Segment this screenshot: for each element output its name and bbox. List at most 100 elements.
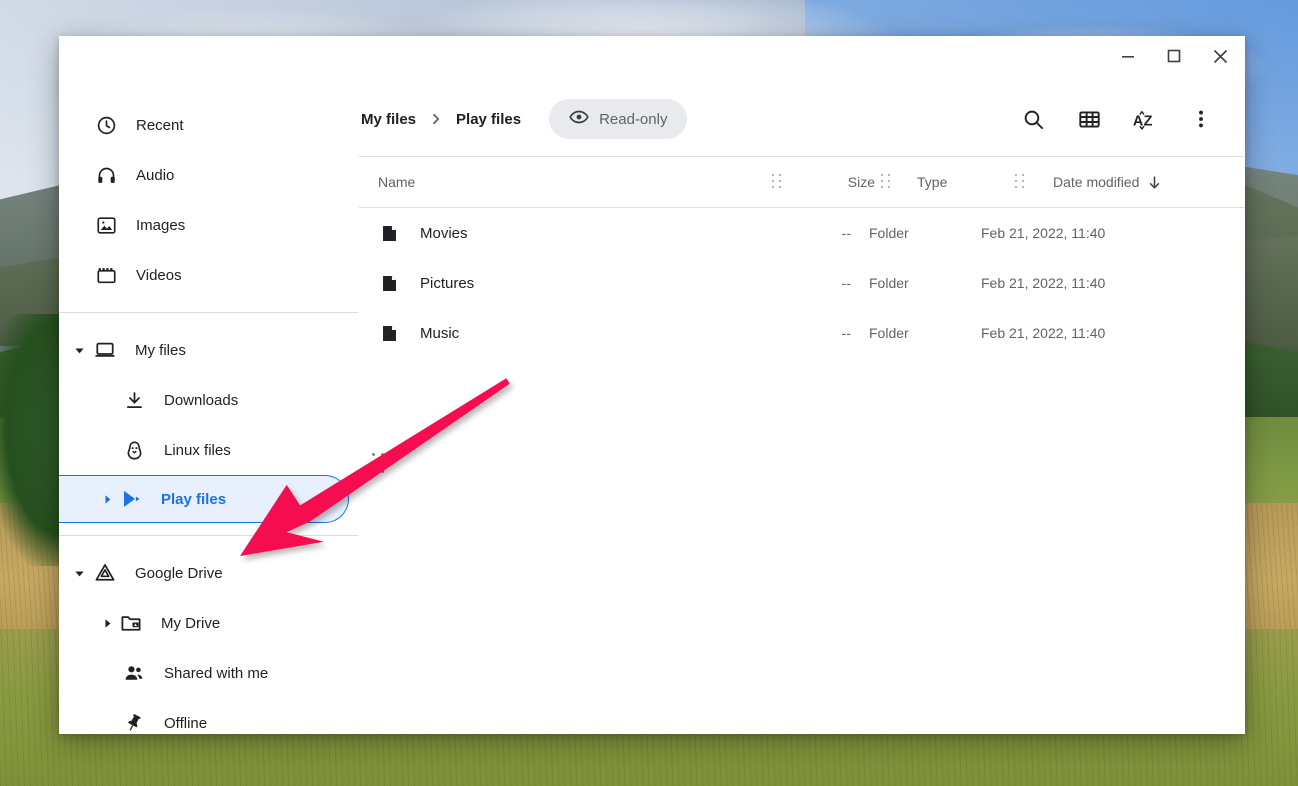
pin-icon <box>123 712 145 734</box>
people-icon <box>123 662 145 684</box>
sidebar-item-audio[interactable]: Audio <box>59 150 359 200</box>
file-type: Folder <box>869 325 909 341</box>
view-toggle-button[interactable] <box>1069 99 1109 139</box>
drive-folder-icon <box>120 612 142 634</box>
eye-icon <box>569 107 589 131</box>
table-row[interactable]: Movies -- Folder Feb 21, 2022, 11:40 <box>359 208 1245 258</box>
file-name-cell: Music <box>378 322 766 344</box>
close-icon <box>1213 49 1227 63</box>
sidebar-item-label: Linux files <box>164 441 231 459</box>
file-name: Movies <box>420 224 468 242</box>
column-header-label: Size <box>847 174 875 190</box>
chevron-down-icon[interactable] <box>73 344 85 356</box>
folder-icon <box>378 222 400 244</box>
sidebar-divider <box>59 312 358 313</box>
sidebar-item-shared-with-me[interactable]: Shared with me <box>59 648 359 698</box>
sort-az-icon: A Z <box>1133 110 1153 130</box>
sidebar-item-google-drive[interactable]: Google Drive <box>59 548 359 598</box>
arrow-down-icon <box>1147 175 1162 190</box>
chevron-right-icon[interactable] <box>101 617 113 629</box>
sidebar-item-images[interactable]: Images <box>59 200 359 250</box>
file-list-header: Name Size Type Date modified <box>359 156 1245 208</box>
file-name: Music <box>420 324 460 342</box>
more-options-button[interactable] <box>1181 99 1221 139</box>
maximize-button[interactable] <box>1151 36 1197 76</box>
laptop-icon <box>94 339 116 361</box>
sidebar-item-label: My files <box>135 341 186 359</box>
search-button[interactable] <box>1013 99 1053 139</box>
chevron-right-icon[interactable] <box>101 493 113 505</box>
svg-text:Z: Z <box>1144 113 1153 129</box>
sidebar-item-play-files[interactable]: Play files <box>59 475 349 523</box>
column-header-label: Type <box>917 174 948 190</box>
sidebar-item-label: Shared with me <box>164 664 269 682</box>
column-header-label: Date modified <box>1053 174 1140 190</box>
column-resize-handle[interactable] <box>772 174 784 190</box>
svg-text:A: A <box>1133 113 1143 129</box>
column-header-size[interactable]: Size <box>790 174 875 190</box>
sidebar-resize-handle[interactable] <box>372 453 386 475</box>
sidebar-item-my-drive[interactable]: My Drive <box>59 598 359 648</box>
minimize-icon <box>1122 56 1134 58</box>
file-date-modified: Feb 21, 2022, 11:40 <box>981 225 1106 241</box>
sort-button[interactable]: A Z <box>1125 99 1165 139</box>
breadcrumb-item-my-files[interactable]: My files <box>359 107 418 132</box>
sidebar-item-label: Images <box>136 216 186 234</box>
status-badge: Read-only <box>549 99 688 139</box>
file-name-cell: Movies <box>378 222 766 244</box>
sidebar-item-linux-files[interactable]: Linux files <box>59 425 359 475</box>
headphones-icon <box>95 164 117 186</box>
clock-icon <box>95 114 117 136</box>
file-size: -- <box>841 225 851 241</box>
column-header-name[interactable]: Name <box>378 174 766 190</box>
chevron-down-icon[interactable] <box>73 567 85 579</box>
folder-icon <box>378 322 400 344</box>
maximize-icon <box>1167 49 1181 63</box>
linux-icon <box>123 439 145 461</box>
files-app-window: Recent Audio Images Videos My files Down… <box>59 36 1245 734</box>
close-button[interactable] <box>1197 36 1243 76</box>
sidebar-item-label: Google Drive <box>135 564 223 582</box>
file-name: Pictures <box>420 274 475 292</box>
main-panel: My files Play files Read-only A Z Name S… <box>359 82 1245 734</box>
toolbar: My files Play files Read-only A Z <box>359 82 1245 156</box>
file-type: Folder <box>869 275 909 291</box>
column-header-label: Name <box>378 174 416 190</box>
folder-icon <box>378 272 400 294</box>
navigation-sidebar: Recent Audio Images Videos My files Down… <box>59 82 384 734</box>
column-resize-handle[interactable] <box>1015 174 1027 190</box>
sidebar-item-label: Downloads <box>164 391 239 409</box>
file-size: -- <box>841 275 851 291</box>
drive-icon <box>94 562 116 584</box>
column-header-date-modified[interactable]: Date modified <box>1033 174 1223 190</box>
breadcrumb-item-play-files[interactable]: Play files <box>454 107 523 132</box>
file-date-modified: Feb 21, 2022, 11:40 <box>981 325 1106 341</box>
sidebar-item-downloads[interactable]: Downloads <box>59 375 359 425</box>
play-store-icon <box>120 488 142 510</box>
file-name-cell: Pictures <box>378 272 766 294</box>
sidebar-item-recent[interactable]: Recent <box>59 100 359 150</box>
sidebar-item-label: Play files <box>161 490 227 508</box>
sidebar-item-label: Recent <box>136 116 184 134</box>
column-header-type[interactable]: Type <box>899 174 1009 190</box>
sidebar-item-label: Offline <box>164 714 208 732</box>
table-row[interactable]: Music -- Folder Feb 21, 2022, 11:40 <box>359 308 1245 358</box>
breadcrumb: My files Play files <box>359 107 523 132</box>
download-icon <box>123 389 145 411</box>
sidebar-item-label: Audio <box>136 166 175 184</box>
video-icon <box>95 264 117 286</box>
sidebar-item-videos[interactable]: Videos <box>59 250 359 300</box>
chevron-right-icon <box>430 113 442 125</box>
grid-view-icon <box>1078 110 1100 128</box>
image-icon <box>95 214 117 236</box>
column-resize-handle[interactable] <box>881 174 893 190</box>
window-body: Recent Audio Images Videos My files Down… <box>59 82 1245 734</box>
minimize-button[interactable] <box>1105 36 1151 76</box>
table-row[interactable]: Pictures -- Folder Feb 21, 2022, 11:40 <box>359 258 1245 308</box>
file-list[interactable]: Movies -- Folder Feb 21, 2022, 11:40 Pic… <box>359 208 1245 734</box>
file-date-modified: Feb 21, 2022, 11:40 <box>981 275 1106 291</box>
more-vertical-icon <box>1199 110 1203 128</box>
search-icon <box>1024 110 1043 129</box>
sidebar-item-my-files[interactable]: My files <box>59 325 359 375</box>
sidebar-item-offline[interactable]: Offline <box>59 698 359 734</box>
